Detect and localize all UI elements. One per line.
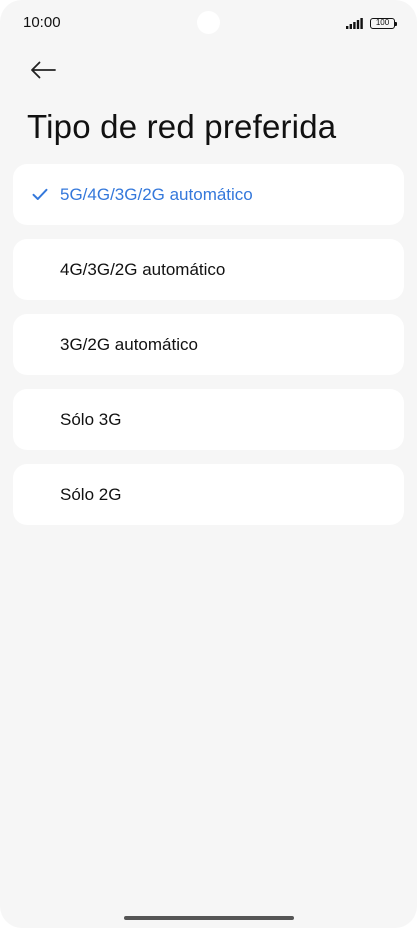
status-icons: 100 [346, 16, 397, 30]
network-type-options: 5G/4G/3G/2G automático 4G/3G/2G automáti… [13, 164, 404, 525]
option-label: Sólo 3G [60, 409, 122, 429]
option-3g-2g-auto[interactable]: 3G/2G automático [13, 314, 404, 375]
page-title: Tipo de red preferida [27, 108, 337, 145]
home-indicator[interactable] [124, 916, 294, 920]
option-label: 3G/2G automático [60, 334, 198, 354]
option-label: Sólo 2G [60, 484, 122, 504]
status-bar: 10:00 100 [0, 0, 417, 46]
option-5g-4g-3g-2g-auto[interactable]: 5G/4G/3G/2G automático [13, 164, 404, 225]
signal-icon [346, 17, 364, 29]
option-3g-only[interactable]: Sólo 3G [13, 389, 404, 450]
camera-cutout [197, 11, 220, 34]
option-2g-only[interactable]: Sólo 2G [13, 464, 404, 525]
battery-level: 100 [375, 18, 390, 27]
option-4g-3g-2g-auto[interactable]: 4G/3G/2G automático [13, 239, 404, 300]
option-label: 4G/3G/2G automático [60, 259, 226, 279]
screen: 10:00 100 Tipo de red preferida 5G/4G/3G… [0, 0, 417, 928]
battery-icon: 100 [370, 17, 397, 29]
option-label: 5G/4G/3G/2G automático [60, 184, 253, 204]
arrow-left-icon [30, 61, 56, 79]
checkmark-icon [31, 186, 49, 204]
back-button[interactable] [28, 56, 58, 84]
status-time: 10:00 [23, 14, 61, 31]
